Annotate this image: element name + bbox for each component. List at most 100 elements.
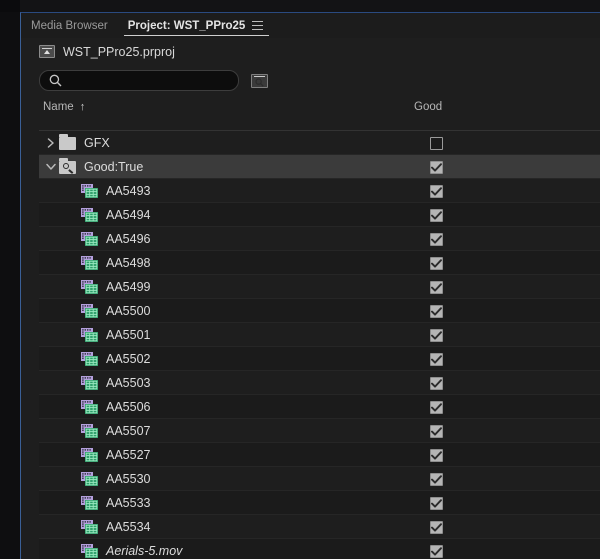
video-clip-icon bbox=[81, 519, 98, 534]
row-label: AA5533 bbox=[106, 495, 151, 510]
row-label: Good:True bbox=[84, 159, 144, 174]
row-label: AA5496 bbox=[106, 231, 151, 246]
video-clip-icon bbox=[81, 327, 98, 342]
project-item-list[interactable]: GFX Good:True AA5493 AA5494 AA5496 AA5498 AA54… bbox=[39, 130, 600, 559]
video-clip-icon bbox=[81, 399, 98, 414]
row-label: AA5501 bbox=[106, 327, 151, 342]
good-cell[interactable] bbox=[430, 395, 443, 419]
search-input[interactable] bbox=[67, 74, 232, 87]
table-row[interactable]: AA5534 bbox=[39, 515, 600, 539]
row-label: GFX bbox=[84, 135, 110, 150]
checkbox-checked-icon[interactable] bbox=[430, 352, 443, 366]
search-row bbox=[21, 65, 600, 96]
table-row[interactable]: AA5527 bbox=[39, 443, 600, 467]
video-clip-icon bbox=[81, 255, 98, 270]
video-clip-icon bbox=[81, 375, 98, 390]
table-row[interactable]: AA5530 bbox=[39, 467, 600, 491]
table-row[interactable]: AA5506 bbox=[39, 395, 600, 419]
tab-media-browser-label: Media Browser bbox=[31, 19, 108, 32]
good-cell[interactable] bbox=[430, 155, 443, 179]
checkbox-checked-icon[interactable] bbox=[430, 520, 443, 534]
checkbox-checked-icon[interactable] bbox=[430, 328, 443, 342]
table-row[interactable]: AA5498 bbox=[39, 251, 600, 275]
good-cell[interactable] bbox=[430, 443, 443, 467]
checkbox-checked-icon[interactable] bbox=[430, 160, 443, 174]
search-box[interactable] bbox=[39, 70, 239, 91]
table-row[interactable]: AA5501 bbox=[39, 323, 600, 347]
table-row[interactable]: AA5507 bbox=[39, 419, 600, 443]
checkbox-checked-icon[interactable] bbox=[430, 400, 443, 414]
row-label: AA5506 bbox=[106, 399, 151, 414]
checkbox-checked-icon[interactable] bbox=[430, 208, 443, 222]
checkbox-checked-icon[interactable] bbox=[430, 544, 443, 558]
table-row[interactable]: GFX bbox=[39, 131, 600, 155]
search-bin-icon bbox=[59, 158, 76, 174]
good-cell[interactable] bbox=[430, 539, 443, 559]
good-cell[interactable] bbox=[430, 419, 443, 443]
video-clip-icon bbox=[81, 303, 98, 318]
tab-active-underline bbox=[123, 34, 270, 36]
breadcrumb-label: WST_PPro25.prproj bbox=[63, 44, 175, 59]
table-row[interactable]: AA5493 bbox=[39, 179, 600, 203]
navigate-up-icon[interactable] bbox=[39, 45, 55, 58]
bin-icon bbox=[59, 134, 76, 150]
video-clip-icon bbox=[81, 495, 98, 510]
row-label: AA5494 bbox=[106, 207, 151, 222]
good-cell[interactable] bbox=[430, 491, 443, 515]
find-in-bin-icon[interactable] bbox=[251, 73, 268, 88]
table-row[interactable]: Good:True bbox=[39, 155, 600, 179]
table-row[interactable]: AA5502 bbox=[39, 347, 600, 371]
row-label: AA5534 bbox=[106, 519, 151, 534]
video-clip-icon bbox=[81, 471, 98, 486]
left-gutter bbox=[0, 0, 20, 559]
checkbox-checked-icon[interactable] bbox=[430, 304, 443, 318]
checkbox-unchecked-icon[interactable] bbox=[430, 136, 443, 150]
tab-project[interactable]: Project: WST_PPro25 bbox=[118, 13, 274, 38]
good-cell[interactable] bbox=[430, 275, 443, 299]
table-row[interactable]: AA5494 bbox=[39, 203, 600, 227]
breadcrumb: WST_PPro25.prproj bbox=[21, 38, 600, 65]
video-clip-icon bbox=[81, 279, 98, 294]
chevron-down-icon[interactable] bbox=[43, 155, 59, 179]
checkbox-checked-icon[interactable] bbox=[430, 280, 443, 294]
table-row[interactable]: Aerials-5.mov bbox=[39, 539, 600, 559]
video-clip-icon bbox=[81, 351, 98, 366]
table-row[interactable]: AA5533 bbox=[39, 491, 600, 515]
panel-tab-bar: Media Browser Project: WST_PPro25 bbox=[21, 13, 600, 38]
table-row[interactable]: AA5500 bbox=[39, 299, 600, 323]
good-cell[interactable] bbox=[430, 323, 443, 347]
column-header-row: Name ↑ Good bbox=[21, 96, 600, 118]
checkbox-checked-icon[interactable] bbox=[430, 424, 443, 438]
row-label: AA5507 bbox=[106, 423, 151, 438]
video-clip-icon bbox=[81, 207, 98, 222]
row-label: AA5502 bbox=[106, 351, 151, 366]
checkbox-checked-icon[interactable] bbox=[430, 184, 443, 198]
checkbox-checked-icon[interactable] bbox=[430, 232, 443, 246]
row-label: Aerials-5.mov bbox=[106, 543, 183, 558]
column-header-good[interactable]: Good bbox=[414, 101, 442, 113]
hamburger-menu-icon[interactable] bbox=[252, 21, 264, 30]
good-cell[interactable] bbox=[430, 347, 443, 371]
checkbox-checked-icon[interactable] bbox=[430, 448, 443, 462]
checkbox-checked-icon[interactable] bbox=[430, 376, 443, 390]
good-cell[interactable] bbox=[430, 179, 443, 203]
checkbox-checked-icon[interactable] bbox=[430, 496, 443, 510]
good-cell[interactable] bbox=[430, 251, 443, 275]
good-cell[interactable] bbox=[430, 131, 443, 155]
good-cell[interactable] bbox=[430, 203, 443, 227]
table-row[interactable]: AA5503 bbox=[39, 371, 600, 395]
good-cell[interactable] bbox=[430, 467, 443, 491]
table-row[interactable]: AA5496 bbox=[39, 227, 600, 251]
tab-media-browser[interactable]: Media Browser bbox=[21, 13, 118, 38]
checkbox-checked-icon[interactable] bbox=[430, 472, 443, 486]
checkbox-checked-icon[interactable] bbox=[430, 256, 443, 270]
table-row[interactable]: AA5499 bbox=[39, 275, 600, 299]
good-cell[interactable] bbox=[430, 299, 443, 323]
good-cell[interactable] bbox=[430, 515, 443, 539]
good-cell[interactable] bbox=[430, 371, 443, 395]
chevron-right-icon[interactable] bbox=[43, 131, 59, 155]
good-cell[interactable] bbox=[430, 227, 443, 251]
top-strip-corner bbox=[0, 0, 20, 12]
column-header-name[interactable]: Name ↑ bbox=[43, 101, 85, 113]
row-label: AA5527 bbox=[106, 447, 151, 462]
